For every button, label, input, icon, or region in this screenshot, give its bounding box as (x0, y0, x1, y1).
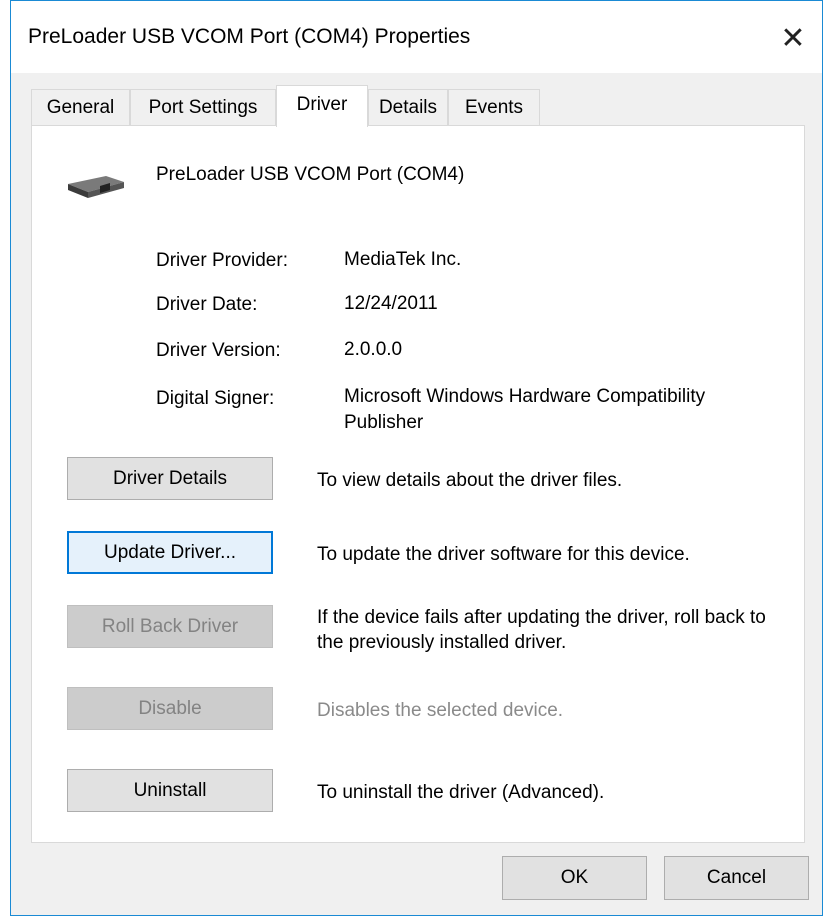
disable-button[interactable]: Disable (67, 687, 273, 730)
cancel-button[interactable]: Cancel (664, 856, 809, 900)
tab-port-settings[interactable]: Port Settings (130, 89, 276, 126)
tab-driver[interactable]: Driver (276, 85, 368, 127)
tab-events[interactable]: Events (448, 89, 540, 126)
device-name: PreLoader USB VCOM Port (COM4) (156, 164, 465, 185)
driver-date-label: Driver Date: (156, 294, 258, 315)
disable-description: Disables the selected device. (317, 700, 564, 721)
driver-version-value: 2.0.0.0 (344, 339, 403, 360)
window-title: PreLoader USB VCOM Port (COM4) Propertie… (28, 25, 471, 48)
update-driver-description: To update the driver software for this d… (317, 544, 690, 565)
driver-provider-label: Driver Provider: (156, 250, 288, 271)
driver-details-description: To view details about the driver files. (317, 470, 623, 491)
uninstall-description: To uninstall the driver (Advanced). (317, 782, 605, 803)
driver-tab-panel: PreLoader USB VCOM Port (COM4) Driver Pr… (31, 125, 805, 843)
driver-provider-value: MediaTek Inc. (344, 249, 462, 270)
uninstall-button[interactable]: Uninstall (67, 769, 273, 812)
usb-port-icon (68, 176, 124, 198)
close-button[interactable]: ✕ (770, 15, 816, 61)
update-driver-button[interactable]: Update Driver... (67, 531, 273, 574)
digital-signer-value: Microsoft Windows Hardware Compatibility… (344, 386, 706, 433)
close-icon: ✕ (780, 21, 806, 55)
title-bar: PreLoader USB VCOM Port (COM4) Propertie… (11, 1, 822, 73)
driver-details-button[interactable]: Driver Details (67, 457, 273, 500)
driver-date-value: 12/24/2011 (344, 293, 438, 314)
roll-back-driver-button[interactable]: Roll Back Driver (67, 605, 273, 648)
properties-dialog: PreLoader USB VCOM Port (COM4) Propertie… (10, 0, 823, 916)
digital-signer-label: Digital Signer: (156, 388, 275, 409)
tab-general[interactable]: General (31, 89, 130, 126)
driver-version-label: Driver Version: (156, 340, 281, 361)
ok-button[interactable]: OK (502, 856, 647, 900)
tab-details[interactable]: Details (368, 89, 448, 126)
roll-back-driver-description: If the device fails after updating the d… (317, 607, 766, 653)
